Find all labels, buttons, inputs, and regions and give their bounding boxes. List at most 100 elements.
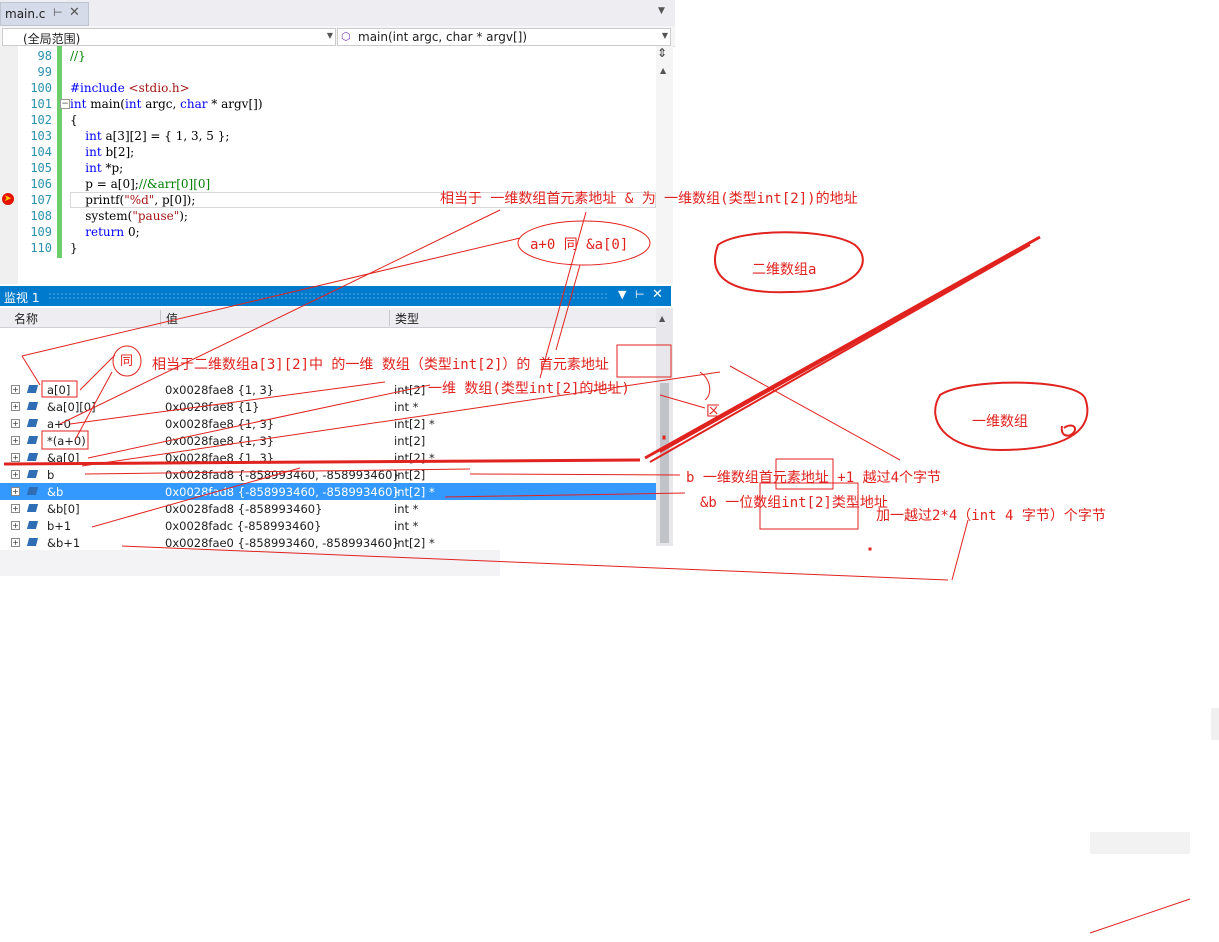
watch-value[interactable]: 0x0028fad8 {-858993460, -858993460}	[165, 485, 400, 499]
watch-row[interactable]: + b+1 0x0028fadc {-858993460} int *	[0, 517, 656, 534]
code-line-110: }	[70, 241, 78, 255]
expand-icon[interactable]: +	[11, 419, 20, 428]
tab-main-c[interactable]: main.c ⊢ ✕	[0, 2, 89, 26]
line-number: 106	[30, 177, 52, 191]
watch-name[interactable]: &b+1	[47, 536, 80, 550]
column-header-type[interactable]: 类型	[395, 310, 419, 327]
watch-type: int *	[394, 400, 419, 414]
watch-name[interactable]: &b[0]	[47, 502, 80, 516]
scope-combo[interactable]: (全局范围) ▼	[2, 28, 336, 46]
watch-row[interactable]: + b 0x0028fad8 {-858993460, -858993460} int…	[0, 466, 656, 483]
watch-value[interactable]: 0x0028fae8 {1, 3}	[165, 417, 274, 431]
code-line-103: int a[3][2] = { 1, 3, 5 };	[85, 129, 230, 143]
watch-value[interactable]: 0x0028fae8 {1, 3}	[165, 434, 274, 448]
close-icon[interactable]: ✕	[652, 287, 663, 302]
split-icon[interactable]: ⇕	[657, 46, 667, 60]
watch-value[interactable]: 0x0028fae0 {-858993460, -858993460}	[165, 536, 399, 550]
watch-value[interactable]: 0x0028fad8 {-858993460, -858993460}	[165, 468, 400, 482]
code-line-104: int b[2];	[85, 145, 135, 159]
watch-name[interactable]: a[0]	[47, 383, 70, 397]
expand-icon[interactable]: +	[11, 538, 20, 547]
annotation-same: 同	[120, 354, 134, 369]
annotation-amp-b: &b 一位数组int[2]类型地址	[700, 495, 888, 511]
line-number: 100	[30, 81, 52, 95]
column-divider[interactable]	[389, 310, 390, 326]
watch-row[interactable]: + &b+1 0x0028fae0 {-858993460, -858993460}…	[0, 534, 656, 551]
annotation-qu: 区	[706, 404, 720, 420]
method-icon: ⬡	[341, 30, 351, 43]
watch-value[interactable]: 0x0028fae8 {1}	[165, 400, 259, 414]
annotation-1d-first-element: 相当于 一维数组首元素地址 & 为 一维数组(类型int[2])的地址	[440, 191, 858, 207]
line-number: 102	[30, 113, 52, 127]
watch-rows: + a[0] 0x0028fae8 {1, 3} int[2] + &a[0][0] 0x0…	[0, 381, 656, 551]
watch-type: int *	[394, 519, 419, 533]
variable-icon	[26, 487, 39, 495]
watch-row[interactable]: + a+0 0x0028fae8 {1, 3} int[2] *	[0, 415, 656, 432]
watch-value[interactable]: 0x0028fad8 {-858993460}	[165, 502, 322, 516]
variable-icon	[26, 538, 39, 546]
watch-row[interactable]: + *(a+0) 0x0028fae8 {1, 3} int[2]	[0, 432, 656, 449]
pin-icon[interactable]: ⊢	[635, 288, 645, 301]
pin-icon[interactable]: ⊢	[53, 6, 63, 19]
annotation-2d-array: 二维数组a	[752, 262, 817, 278]
watch-value[interactable]: 0x0028fadc {-858993460}	[165, 519, 321, 533]
expand-icon[interactable]: +	[11, 402, 20, 411]
line-number: 103	[30, 129, 52, 143]
watch-header: 名称 值 类型	[0, 308, 656, 328]
watch-name[interactable]: &b	[47, 485, 63, 499]
code-line-98: //}	[70, 49, 86, 63]
scroll-up-icon[interactable]: ▲	[660, 66, 666, 75]
watch-name[interactable]: b+1	[47, 519, 71, 533]
watch-type: int[2] *	[394, 417, 435, 431]
dropdown-icon[interactable]: ▼	[618, 288, 626, 301]
watch-window-title: 监视 1	[4, 291, 40, 305]
expand-icon[interactable]: +	[11, 470, 20, 479]
watch-row[interactable]: + &b[0] 0x0028fad8 {-858993460} int *	[0, 500, 656, 517]
editor-vertical-scrollbar[interactable]	[656, 46, 673, 284]
chevron-down-icon: ▼	[661, 31, 668, 40]
change-indicator-bar	[57, 46, 62, 258]
watch-value[interactable]: 0x0028fae8 {1, 3}	[165, 383, 274, 397]
watch-row[interactable]: + &a[0][0] 0x0028fae8 {1} int *	[0, 398, 656, 415]
column-header-name[interactable]: 名称	[14, 310, 38, 327]
function-combo[interactable]: ⬡ main(int argc, char * argv[]) ▼	[337, 28, 671, 46]
watch-name[interactable]: a+0	[47, 417, 71, 431]
close-icon[interactable]: ✕	[69, 5, 80, 20]
scrollbar-thumb[interactable]	[660, 383, 669, 543]
expand-icon[interactable]: +	[11, 504, 20, 513]
watch-type: int *	[394, 502, 419, 516]
collapse-icon[interactable]: −	[60, 99, 70, 109]
annotation-2d-first-element: 相当于二维数组a[3][2]中 的一维 数组（类型int[2]）的 首元素地址	[152, 357, 609, 373]
scope-combo-value: (全局范围)	[23, 32, 81, 46]
expand-icon[interactable]: +	[11, 487, 20, 496]
title-grip	[48, 292, 608, 300]
watch-type: int[2] *	[394, 451, 435, 465]
column-header-value[interactable]: 值	[166, 310, 178, 327]
expand-icon[interactable]: +	[11, 521, 20, 530]
variable-icon	[26, 419, 39, 427]
watch-row[interactable]: + &b 0x0028fad8 {-858993460, -858993460} in…	[0, 483, 656, 500]
line-number: 110	[30, 241, 52, 255]
column-divider[interactable]	[160, 310, 161, 326]
watch-name[interactable]: &a[0]	[47, 451, 79, 465]
expand-icon[interactable]: +	[11, 385, 20, 394]
expand-icon[interactable]: +	[11, 453, 20, 462]
editor-gutter[interactable]	[0, 46, 18, 284]
watch-name[interactable]: &a[0][0]	[47, 400, 96, 414]
scroll-up-icon[interactable]: ▲	[659, 314, 665, 323]
watch-row[interactable]: + &a[0] 0x0028fae8 {1, 3} int[2] *	[0, 449, 656, 466]
watch-name[interactable]: b	[47, 468, 54, 482]
line-number: 107	[30, 193, 52, 207]
watch-value[interactable]: 0x0028fae8 {1, 3}	[165, 451, 274, 465]
code-line-105: int *p;	[85, 161, 124, 175]
tab-dropdown-icon[interactable]: ▼	[658, 6, 665, 16]
watch-name[interactable]: *(a+0)	[47, 434, 86, 448]
expand-icon[interactable]: +	[11, 436, 20, 445]
line-number: 101	[30, 97, 52, 111]
variable-icon	[26, 402, 39, 410]
variable-icon	[26, 504, 39, 512]
line-number: 108	[30, 209, 52, 223]
watch-type: int[2]	[394, 383, 426, 397]
annotation-b: b 一维数组首元素地址 +1 越过4个字节	[686, 470, 942, 486]
